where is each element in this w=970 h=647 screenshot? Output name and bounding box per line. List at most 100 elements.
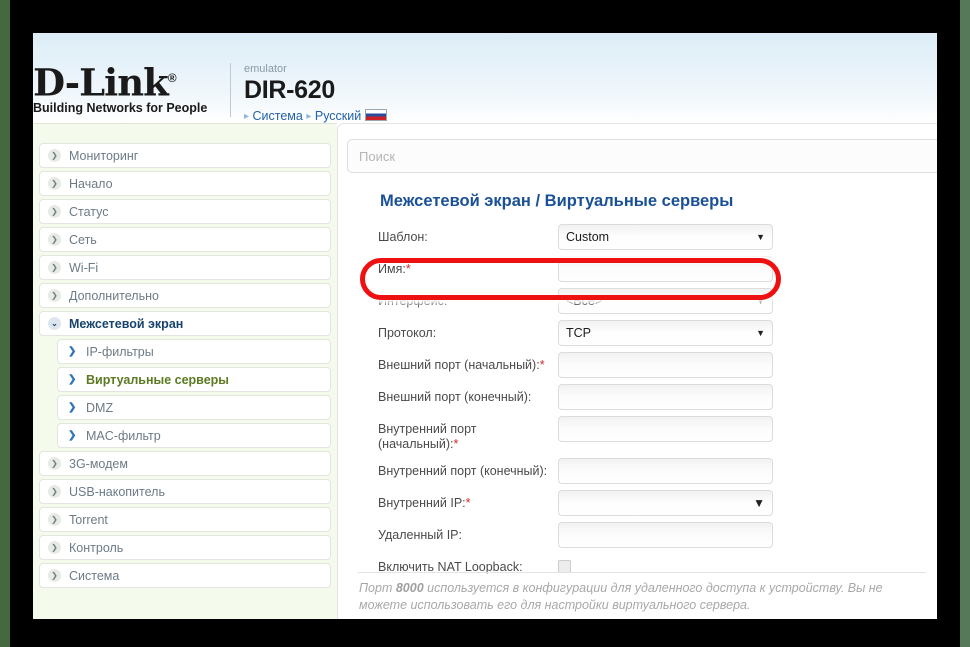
- external-port-end-input[interactable]: [558, 384, 773, 410]
- circle-chevron-right-icon: ❯: [48, 457, 61, 470]
- form-row-external-port-end-input: Внешний порт (конечный):: [378, 384, 808, 410]
- form-label: Внешний порт (конечный):: [378, 384, 558, 405]
- sidebar-item-13[interactable]: ❯ Torrent: [39, 507, 331, 532]
- protocol-select[interactable]: TCP ▼: [558, 320, 773, 346]
- sidebar-item-2[interactable]: ❯ Статус: [39, 199, 331, 224]
- circle-chevron-right-icon: ❯: [48, 233, 61, 246]
- sidebar-item-label: Torrent: [69, 512, 108, 527]
- chevron-right-icon: ❯: [68, 402, 77, 413]
- circle-chevron-down-icon: ⌄: [48, 317, 61, 330]
- sidebar-item-label: Wi-Fi: [69, 260, 99, 275]
- sidebar-item-4[interactable]: ❯ Wi-Fi: [39, 255, 331, 280]
- search-box[interactable]: [347, 139, 937, 173]
- page-header: D-Link® Building Networks for People emu…: [33, 33, 937, 123]
- internal-port-start-input[interactable]: [558, 416, 773, 442]
- form-label-text: Удаленный IP:: [378, 528, 462, 542]
- name-input[interactable]: [558, 256, 773, 282]
- form-label: Внутренний IP:*: [378, 490, 558, 511]
- sidebar-item-0[interactable]: ❯ Мониторинг: [39, 143, 331, 168]
- chevron-down-icon: ▼: [756, 232, 765, 242]
- sidebar-item-label: Система: [69, 568, 120, 583]
- browser-edge-left: [0, 0, 10, 647]
- sidebar-item-label: 3G-модем: [69, 456, 128, 471]
- dlink-logo[interactable]: D-Link® Building Networks for People: [33, 60, 213, 116]
- form-label-text: Шаблон:: [378, 230, 428, 244]
- form-control-cell: [558, 384, 808, 410]
- sidebar-item-15[interactable]: ❯ Система: [39, 563, 331, 588]
- sidebar-item-label: Статус: [69, 204, 109, 219]
- internal-ip-select[interactable]: ▼: [558, 490, 773, 516]
- sidebar-item-5[interactable]: ❯ Дополнительно: [39, 283, 331, 308]
- chevron-down-icon: ▼: [753, 496, 765, 510]
- template-select[interactable]: Custom ▼: [558, 224, 773, 250]
- sidebar-item-label: Сеть: [69, 232, 97, 247]
- sidebar-item-label: MAC-фильтр: [86, 428, 161, 443]
- form-row-protocol-select: Протокол: TCP ▼: [378, 320, 808, 346]
- form-row-remote-ip-input: Удаленный IP:: [378, 522, 808, 548]
- emulator-label: emulator: [244, 63, 287, 75]
- sidebar-item-3[interactable]: ❯ Сеть: [39, 227, 331, 252]
- form-label: Интерфейс:: [378, 288, 558, 309]
- virtual-server-form: Шаблон: Custom ▼ Имя:* Интерфейс: <Все> ▼ Прото…: [378, 224, 808, 581]
- sidebar-item-7[interactable]: ❯ IP-фильтры: [57, 339, 331, 364]
- form-label: Шаблон:: [378, 224, 558, 245]
- sidebar-item-10[interactable]: ❯ MAC-фильтр: [57, 423, 331, 448]
- sidebar-item-label: Виртуальные серверы: [86, 372, 229, 387]
- interface-select[interactable]: <Все> ▼: [558, 288, 773, 314]
- form-control-cell: Custom ▼: [558, 224, 808, 250]
- circle-chevron-right-icon: ❯: [48, 569, 61, 582]
- logo-wordmark-text: D-Link: [33, 60, 169, 105]
- form-row-name-input: Имя:*: [378, 256, 808, 282]
- chevron-down-icon: ▼: [756, 296, 765, 306]
- form-row-internal-port-end-input: Внутренний порт (конечный):: [378, 458, 808, 484]
- search-input[interactable]: [347, 139, 937, 173]
- chevron-right-icon: ▸: [244, 111, 250, 122]
- form-label-text: Имя:: [378, 262, 406, 276]
- form-control-cell: TCP ▼: [558, 320, 808, 346]
- form-label-text: Внешний порт (начальный):: [378, 358, 540, 372]
- circle-chevron-right-icon: ❯: [48, 289, 61, 302]
- form-label-text: Протокол:: [378, 326, 437, 340]
- form-label-text: Внутренний порт (конечный):: [378, 464, 548, 478]
- chevron-down-icon: ▼: [756, 328, 765, 338]
- external-port-start-input[interactable]: [558, 352, 773, 378]
- logo-tagline: Building Networks for People: [33, 101, 208, 116]
- required-marker: *: [539, 358, 545, 372]
- sidebar: ❯ Мониторинг ❯ Начало ❯ Статус ❯ Сеть ❯ Wi-Fi ❯ Доп…: [33, 123, 337, 619]
- sidebar-item-9[interactable]: ❯ DMZ: [57, 395, 331, 420]
- sidebar-item-8[interactable]: ❯ Виртуальные серверы: [57, 367, 331, 392]
- internal-port-end-input[interactable]: [558, 458, 773, 484]
- sidebar-item-1[interactable]: ❯ Начало: [39, 171, 331, 196]
- circle-chevron-right-icon: ❯: [48, 541, 61, 554]
- circle-chevron-right-icon: ❯: [48, 205, 61, 218]
- form-control-cell: ▼: [558, 490, 808, 516]
- form-row-template-select: Шаблон: Custom ▼: [378, 224, 808, 250]
- sidebar-item-14[interactable]: ❯ Контроль: [39, 535, 331, 560]
- note-prefix: Порт: [359, 581, 396, 595]
- header-divider: [230, 63, 231, 117]
- form-label: Имя:*: [378, 256, 558, 277]
- sidebar-item-label: Начало: [69, 176, 113, 191]
- form-label: Внутренний порт (конечный):: [378, 458, 558, 479]
- sidebar-item-label: IP-фильтры: [86, 344, 154, 359]
- select-value: Custom: [566, 230, 610, 244]
- form-control-cell: [558, 522, 808, 548]
- sidebar-item-label: Мониторинг: [69, 148, 139, 163]
- sidebar-item-11[interactable]: ❯ 3G-модем: [39, 451, 331, 476]
- browser-edge-right: [960, 0, 970, 647]
- form-label: Удаленный IP:: [378, 522, 558, 543]
- breadcrumb-item-system[interactable]: Система: [253, 109, 303, 123]
- russian-flag-icon: [365, 109, 388, 121]
- sidebar-item-label: DMZ: [86, 400, 114, 415]
- model-name: DIR-620: [244, 76, 335, 104]
- circle-chevron-right-icon: ❯: [48, 513, 61, 526]
- main-content: Межсетевой экран / Виртуальные серверы Ш…: [337, 123, 937, 619]
- chevron-right-icon: ❯: [68, 346, 77, 357]
- breadcrumb-item-language[interactable]: Русский: [315, 109, 361, 123]
- sidebar-item-6[interactable]: ⌄ Межсетевой экран: [39, 311, 331, 336]
- note-rest: используется в конфигурации для удаленно…: [359, 581, 883, 612]
- remote-ip-input[interactable]: [558, 522, 773, 548]
- form-control-cell: [558, 352, 808, 378]
- circle-chevron-right-icon: ❯: [48, 149, 61, 162]
- sidebar-item-12[interactable]: ❯ USB-накопитель: [39, 479, 331, 504]
